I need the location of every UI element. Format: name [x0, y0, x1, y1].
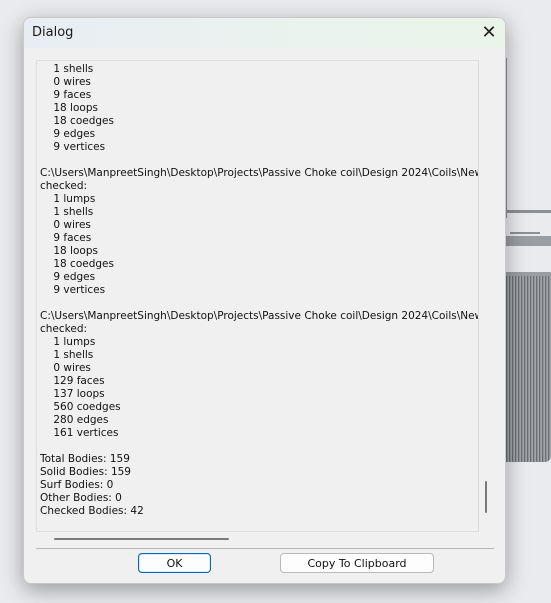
- copy-to-clipboard-button[interactable]: Copy To Clipboard: [280, 553, 434, 573]
- log-line: 0 wires: [40, 76, 91, 88]
- log-line: Other Bodies: 0: [40, 492, 122, 504]
- background-cad-model: [500, 0, 551, 603]
- log-line: checked:: [40, 180, 88, 192]
- log-line: Surf Bodies: 0: [40, 479, 114, 491]
- log-line: 1 shells: [40, 63, 94, 75]
- log-line: 129 faces: [40, 375, 105, 387]
- log-line: 1 lumps: [40, 336, 96, 348]
- close-icon: ✕: [481, 22, 497, 43]
- log-line: C:\Users\ManpreetSingh\Desktop\Projects\…: [40, 167, 479, 179]
- log-line: Checked Bodies: 42: [40, 505, 144, 517]
- log-line: 9 faces: [40, 232, 92, 244]
- vertical-scrollbar-thumb[interactable]: [485, 481, 487, 513]
- log-line: C:\Users\ManpreetSingh\Desktop\Projects\…: [40, 310, 479, 322]
- log-line: 161 vertices: [40, 427, 119, 439]
- horizontal-scrollbar-thumb[interactable]: [54, 538, 229, 540]
- log-line: 280 edges: [40, 414, 109, 426]
- log-line: 0 wires: [40, 219, 91, 231]
- log-line: 9 edges: [40, 128, 96, 140]
- dialog-window: Dialog ✕ 1 shells 0 wires 9 faces 18 loo…: [23, 17, 506, 584]
- log-line: 9 vertices: [40, 284, 106, 296]
- log-line: 9 edges: [40, 271, 96, 283]
- log-line: 18 loops: [40, 102, 98, 114]
- log-line: 18 loops: [40, 245, 98, 257]
- results-log: 1 shells 0 wires 9 faces 18 loops 18 coe…: [40, 63, 479, 518]
- log-line: 1 lumps: [40, 193, 96, 205]
- dialog-title: Dialog: [32, 25, 74, 40]
- log-line: 9 vertices: [40, 141, 106, 153]
- log-line: 18 coedges: [40, 115, 114, 127]
- log-line: 137 loops: [40, 388, 105, 400]
- log-line: 560 coedges: [40, 401, 121, 413]
- footer-divider: [36, 548, 494, 549]
- log-line: 1 shells: [40, 349, 94, 361]
- results-text-area[interactable]: 1 shells 0 wires 9 faces 18 loops 18 coe…: [36, 60, 479, 532]
- log-line: 0 wires: [40, 362, 91, 374]
- log-line: 9 faces: [40, 89, 92, 101]
- log-line: 18 coedges: [40, 258, 114, 270]
- log-line: Total Bodies: 159: [40, 453, 130, 465]
- log-line: 1 shells: [40, 206, 94, 218]
- log-line: Solid Bodies: 159: [40, 466, 131, 478]
- log-line: checked:: [40, 323, 88, 335]
- title-bar: Dialog ✕: [24, 18, 505, 48]
- close-button[interactable]: ✕: [473, 18, 505, 48]
- ok-button[interactable]: OK: [138, 553, 211, 573]
